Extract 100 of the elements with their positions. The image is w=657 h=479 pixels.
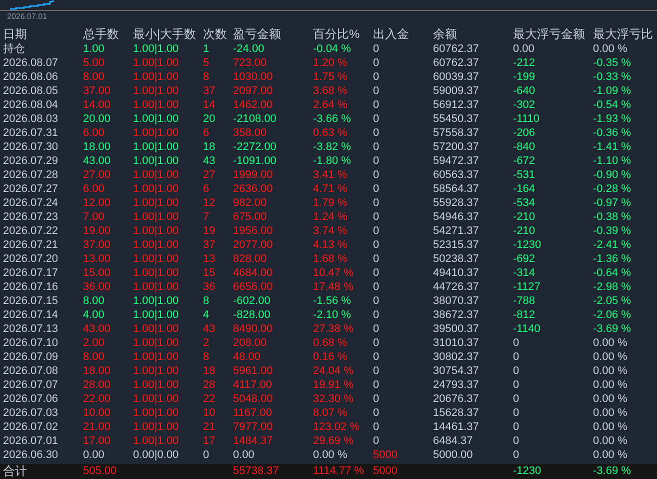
table-cell-text: 持仓 [3, 42, 26, 56]
column-header: 次数 [203, 27, 228, 42]
table-cell-text: 2026.07.17 [3, 266, 60, 280]
table-cell-text: 2097.00 [233, 84, 274, 98]
table-cell-text: 7977.00 [233, 420, 274, 434]
table-cell-text: 0.00 [83, 448, 106, 462]
table-cell-text: 57200.37 [433, 140, 480, 154]
table-cell-text: 208.00 [233, 336, 268, 350]
table-cell-text: -206 [513, 126, 536, 140]
table-cell-text: 0 [513, 378, 520, 392]
table-cell-text: 2026.08.04 [3, 98, 60, 112]
table-cell-text: 1.00|1.00 [133, 182, 180, 196]
table-cell-text: 3.68 % [313, 84, 348, 98]
table-cell-text: 24793.37 [433, 378, 480, 392]
table-cell-text: -0.33 % [593, 70, 632, 84]
table-cell-text: 58564.37 [433, 182, 480, 196]
column-header: 总手数 [83, 27, 120, 42]
table-cell-text: 1.00|1.00 [133, 56, 180, 70]
table-cell-text: 1.00|1.00 [133, 392, 180, 406]
table-cell-text: 49410.37 [433, 266, 480, 280]
table-cell-text: 1114.77 % [313, 464, 365, 479]
table-cell-text: 0.00 % [593, 364, 628, 378]
table-cell-text: 1.00|1.00 [133, 224, 180, 238]
table-cell-text: 17 [203, 434, 216, 448]
table-cell-text: 27.00 [83, 168, 112, 182]
table-cell-text: -1.36 % [593, 252, 632, 266]
table-cell-text: 8 [203, 350, 210, 364]
table-cell-text: 0 [373, 126, 380, 140]
table-cell-text: 38672.37 [433, 308, 480, 322]
table-cell-text: 0 [373, 42, 380, 56]
table-cell-text: 4 [203, 308, 210, 322]
table-cell-text: 2.00 [83, 336, 106, 350]
table-cell-text: 29.69 % [313, 434, 354, 448]
table-cell-text: 0 [373, 84, 380, 98]
table-cell-text: 0.00 % [593, 378, 628, 392]
table-cell-text: 1.00|1.00 [133, 322, 180, 336]
table-cell-text: 6.00 [83, 182, 106, 196]
table-cell-text: 43 [203, 154, 216, 168]
table-cell-text: 1.00|1.00 [133, 196, 180, 210]
table-cell-text: -210 [513, 210, 536, 224]
table-cell-text: 1.79 % [313, 196, 348, 210]
table-cell-text: 20 [203, 112, 216, 126]
table-cell-text: 0.00 % [313, 448, 348, 462]
table-cell-text: 0 [373, 98, 380, 112]
table-cell-text: 0 [373, 322, 380, 336]
table-cell-text: 19 [203, 224, 216, 238]
table-cell-text: 21.00 [83, 420, 112, 434]
table-cell-text: 6656.00 [233, 280, 274, 294]
table-cell-text: -2272.00 [233, 140, 278, 154]
table-cell-text: 28.00 [83, 378, 112, 392]
table-cell-text: 2026.07.02 [3, 420, 60, 434]
table-cell-text: -1.56 % [313, 294, 352, 308]
table-cell-text: 12 [203, 196, 216, 210]
table-cell-text: 2 [203, 336, 210, 350]
table-cell-text: 2026.07.31 [3, 126, 60, 140]
table-cell-text: 0 [373, 294, 380, 308]
table-cell-text: 37 [203, 238, 216, 252]
table-cell-text: 1.00|1.00 [133, 112, 180, 126]
table-cell-text: -0.54 % [593, 98, 632, 112]
table-cell-text: -2.10 % [313, 308, 352, 322]
table-cell-text: 5048.00 [233, 392, 274, 406]
table-cell-text: 37.00 [83, 84, 112, 98]
table-cell-text: 1.75 % [313, 70, 348, 84]
table-cell-text: 0 [373, 168, 380, 182]
table-cell-text: 8.00 [83, 294, 106, 308]
table-cell-text: 0 [373, 112, 380, 126]
table-cell-text: -1.93 % [593, 112, 632, 126]
table-cell-text: 2026.07.15 [3, 294, 60, 308]
table-cell-text: 7 [203, 210, 210, 224]
table-cell-text: -1.80 % [313, 154, 352, 168]
table-cell-text: 0 [373, 238, 380, 252]
table-cell-text: -199 [513, 70, 536, 84]
table-cell-text: 2026.08.07 [3, 56, 60, 70]
table-cell-text: 18 [203, 364, 216, 378]
table-cell-text: 20.00 [83, 112, 112, 126]
table-cell-text: 0.00 % [593, 42, 628, 56]
table-cell-text: 2026.07.16 [3, 280, 60, 294]
table-cell-text: 2026.07.28 [3, 168, 60, 182]
table-cell-text: 60762.37 [433, 56, 480, 70]
table-cell-text: 3.41 % [313, 168, 348, 182]
table-cell-text: 2026.07.14 [3, 308, 60, 322]
table-cell-text: 0 [513, 364, 520, 378]
table-cell-text: -1.10 % [593, 154, 632, 168]
table-cell-text: -2.41 % [593, 238, 632, 252]
table-cell-text: 5 [203, 56, 210, 70]
table-cell-text: 0.00 % [593, 392, 628, 406]
table-cell-text: 27.38 % [313, 322, 354, 336]
table-cell-text: 6484.37 [433, 434, 474, 448]
column-header: 出入金 [373, 27, 410, 42]
table-cell-text: 2026.07.22 [3, 224, 60, 238]
table-cell-text: 675.00 [233, 210, 268, 224]
table-cell-text: 2026.07.24 [3, 196, 60, 210]
table-cell-text: 2026.08.03 [3, 112, 60, 126]
table-cell-text: 0 [373, 252, 380, 266]
table-cell-text: 50238.37 [433, 252, 480, 266]
table-cell-text: 4684.00 [233, 266, 274, 280]
table-cell-text: -0.04 % [313, 42, 352, 56]
table-cell-text: 28 [203, 378, 216, 392]
table-cell-text: 1.00|1.00 [133, 84, 180, 98]
table-cell-text: 1.00|1.00 [133, 336, 180, 350]
